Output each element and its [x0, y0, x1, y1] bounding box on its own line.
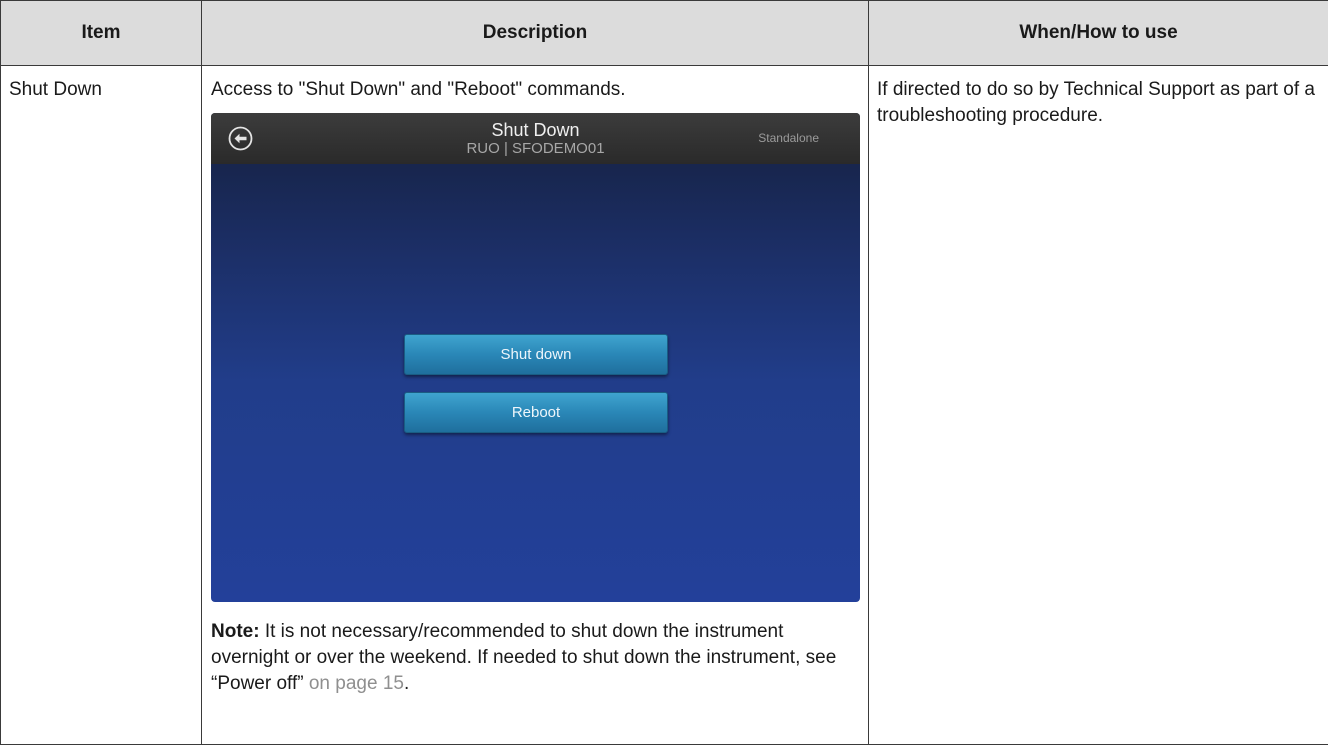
description-table: Item Description When/How to use Shut Do…	[0, 0, 1328, 745]
header-when-how: When/How to use	[868, 0, 1328, 66]
item-cell: Shut Down	[0, 65, 202, 745]
reboot-button[interactable]: Reboot	[404, 392, 668, 433]
header-item: Item	[0, 0, 202, 66]
description-cell: Access to "Shut Down" and "Reboot" comma…	[201, 65, 869, 745]
shut-down-button[interactable]: Shut down	[404, 334, 668, 375]
note-end: .	[403, 673, 410, 694]
when-how-cell: If directed to do so by Technical Suppor…	[868, 65, 1328, 745]
note-text: It is not necessary/recommended to shut …	[211, 621, 837, 694]
screen-header: Shut Down RUO | SFODEMO01 Standalone	[211, 113, 860, 164]
note-paragraph: Note: It is not necessary/recommended to…	[211, 619, 859, 697]
page-link[interactable]: on page 15	[309, 673, 404, 694]
mode-label: Standalone	[758, 131, 819, 145]
shutdown-screen: Shut Down RUO | SFODEMO01 Standalone Shu…	[211, 113, 860, 602]
table-header-row: Item Description When/How to use	[0, 0, 1328, 66]
header-description: Description	[201, 0, 869, 66]
description-intro: Access to "Shut Down" and "Reboot" comma…	[211, 79, 626, 100]
note-label: Note:	[211, 621, 260, 642]
table-row: Shut Down Access to "Shut Down" and "Reb…	[0, 65, 1328, 745]
